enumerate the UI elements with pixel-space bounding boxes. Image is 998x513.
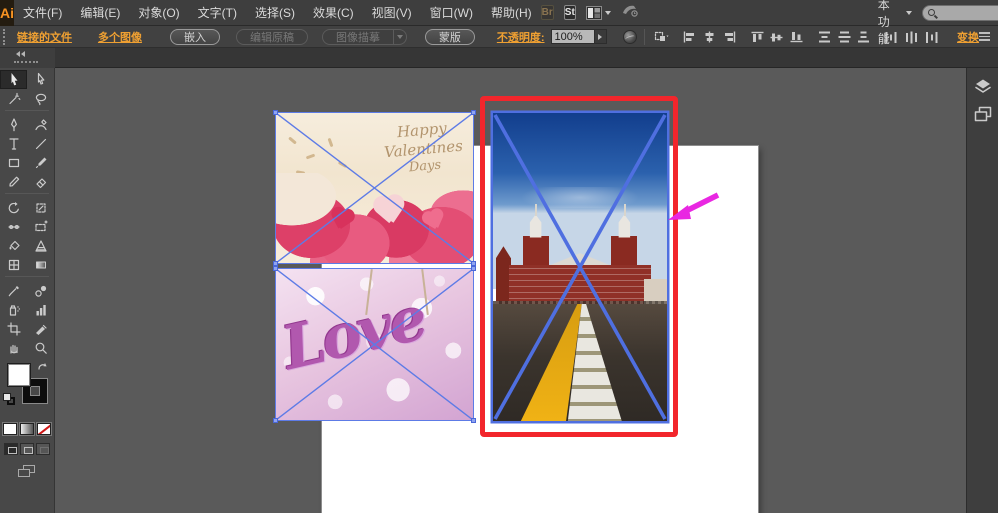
arrange-documents-icon[interactable]: [586, 6, 611, 20]
illustrator-window: Ai 文件(F) 编辑(E) 对象(O) 文字(T) 选择(S) 效果(C) 视…: [0, 0, 998, 513]
photo-handwriting: Happy Valentines Days: [382, 118, 465, 178]
controlbar-grip[interactable]: [3, 29, 9, 45]
placed-image-red-square[interactable]: [493, 113, 667, 421]
tools-panel: [0, 68, 55, 513]
selection-handle[interactable]: [273, 266, 278, 271]
tool-lasso[interactable]: [27, 89, 54, 108]
app-logo: Ai: [0, 0, 14, 26]
menu-effect[interactable]: 效果(C): [304, 0, 363, 26]
menu-select[interactable]: 选择(S): [246, 0, 304, 26]
image-trace-dropdown-icon[interactable]: [394, 29, 407, 45]
tab-bar: [0, 48, 998, 68]
menu-edit[interactable]: 编辑(E): [71, 0, 129, 26]
valentine-photo: Happy Valentines Days: [276, 113, 473, 263]
tool-mesh[interactable]: [0, 255, 27, 274]
layers-panel-icon[interactable]: [970, 74, 996, 98]
screen-mode-button[interactable]: [18, 465, 36, 478]
tool-blend[interactable]: [27, 281, 54, 300]
placed-image-love[interactable]: Love: [276, 269, 473, 420]
edit-original-button[interactable]: 编辑原稿: [236, 29, 308, 45]
tools-panel-header[interactable]: [0, 48, 55, 68]
drawing-mode-buttons: [0, 443, 54, 455]
embed-button[interactable]: 嵌入: [170, 29, 220, 45]
gradient-button[interactable]: [20, 423, 34, 435]
selection-handle[interactable]: [471, 110, 476, 115]
menu-file[interactable]: 文件(F): [14, 0, 71, 26]
tool-symbol-sprayer[interactable]: [0, 300, 27, 319]
default-fill-stroke-icon[interactable]: [3, 393, 15, 405]
love-pendant-word: Love: [276, 284, 431, 384]
menu-view[interactable]: 视图(V): [363, 0, 421, 26]
red-square-photo: [493, 113, 667, 421]
mask-button[interactable]: 蒙版: [425, 29, 475, 45]
swap-fill-stroke-icon[interactable]: [37, 362, 47, 372]
linked-files-link[interactable]: 链接的文件: [17, 29, 72, 45]
image-trace-button[interactable]: 图像描摹: [322, 29, 394, 45]
tool-zoom[interactable]: [27, 338, 54, 357]
none-button[interactable]: [37, 423, 51, 435]
tool-pencil[interactable]: [0, 172, 27, 191]
placed-image-valentine[interactable]: Happy Valentines Days: [276, 113, 473, 263]
tool-hand[interactable]: [0, 338, 27, 357]
menu-help[interactable]: 帮助(H): [482, 0, 541, 26]
tool-pen[interactable]: [0, 115, 27, 134]
stock-icon[interactable]: St: [564, 5, 576, 20]
bridge-icon[interactable]: Br: [541, 5, 554, 20]
tool-slice[interactable]: [27, 319, 54, 338]
love-photo: Love: [276, 269, 473, 420]
tool-paintbrush[interactable]: [27, 153, 54, 172]
color-button[interactable]: [3, 423, 17, 435]
tool-rotate[interactable]: [0, 198, 27, 217]
tool-gradient[interactable]: [27, 255, 54, 274]
paint-style-buttons: [0, 423, 54, 435]
fill-swatch[interactable]: [7, 363, 31, 387]
tool-shape-builder[interactable]: [27, 217, 54, 236]
selection-handle[interactable]: [471, 266, 476, 271]
multiple-images-link[interactable]: 多个图像: [98, 29, 142, 45]
tool-perspective-grid[interactable]: [27, 236, 54, 255]
tools-collapse-icon[interactable]: [16, 51, 25, 57]
tool-direct-selection[interactable]: [27, 70, 54, 89]
search-box[interactable]: [922, 5, 998, 21]
panel-dock: [966, 48, 998, 513]
cs-live-icon[interactable]: [621, 3, 638, 22]
tool-live-paint-bucket[interactable]: [0, 236, 27, 255]
menu-bar: Ai 文件(F) 编辑(E) 对象(O) 文字(T) 选择(S) 效果(C) 视…: [0, 0, 998, 26]
fill-stroke-controls: [0, 361, 54, 417]
tool-artboard[interactable]: [0, 319, 27, 338]
tool-column-graph[interactable]: [27, 300, 54, 319]
tool-eyedropper[interactable]: [0, 281, 27, 300]
tool-width[interactable]: [0, 217, 27, 236]
selection-handle[interactable]: [471, 418, 476, 423]
tool-type[interactable]: [0, 134, 27, 153]
tool-line-segment[interactable]: [27, 134, 54, 153]
tool-free-transform[interactable]: [27, 198, 54, 217]
draw-normal-button[interactable]: [4, 443, 18, 455]
tool-magic-wand[interactable]: [0, 89, 27, 108]
opacity-link[interactable]: 不透明度:: [497, 29, 545, 45]
draw-inside-button[interactable]: [36, 443, 50, 455]
menu-type[interactable]: 文字(T): [189, 0, 246, 26]
tool-eraser[interactable]: [27, 172, 54, 191]
tool-selection[interactable]: [0, 70, 27, 89]
search-input[interactable]: [939, 7, 998, 18]
search-icon: [928, 9, 935, 16]
menu-object[interactable]: 对象(O): [129, 0, 188, 26]
draw-behind-button[interactable]: [20, 443, 34, 455]
tool-curvature[interactable]: [27, 115, 54, 134]
artboards-panel-icon[interactable]: [970, 102, 996, 126]
selection-handle[interactable]: [273, 110, 278, 115]
tools-drag-handle[interactable]: [14, 61, 38, 63]
tool-rectangle[interactable]: [0, 153, 27, 172]
menu-window[interactable]: 窗口(W): [421, 0, 482, 26]
selection-handle[interactable]: [273, 418, 278, 423]
workspace-switcher[interactable]: 基本功能: [878, 0, 912, 47]
